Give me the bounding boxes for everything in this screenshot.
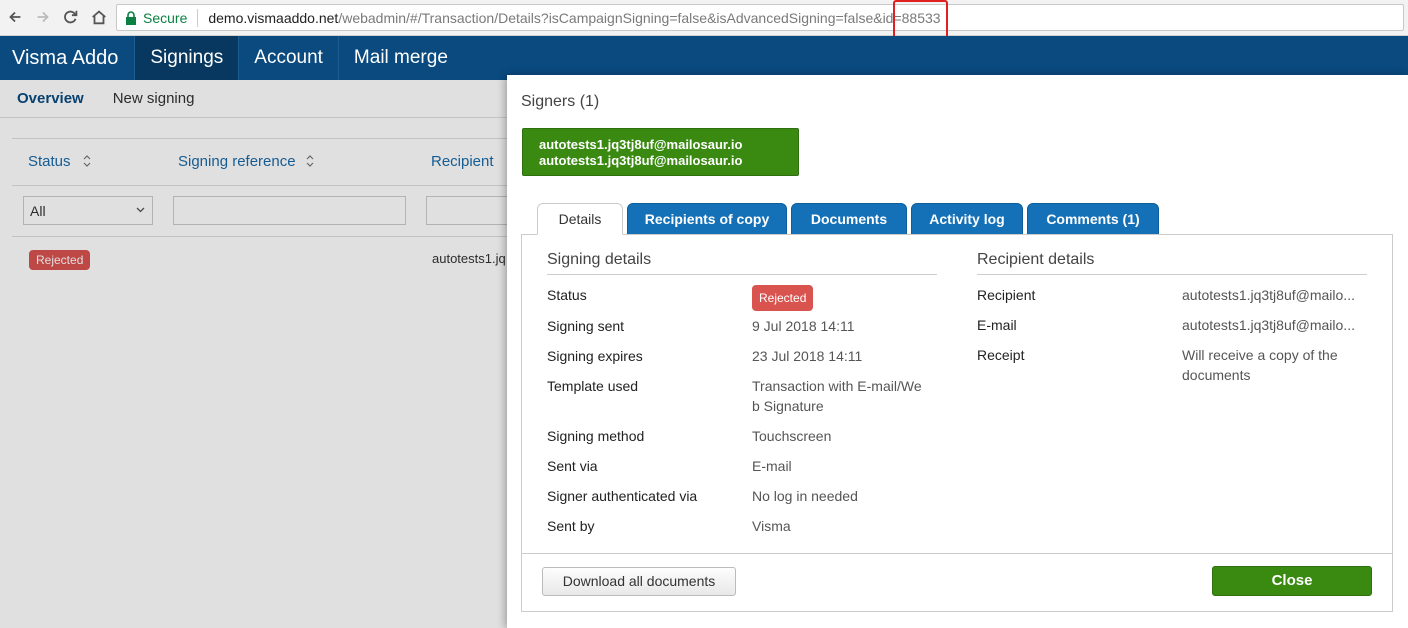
brand-logo[interactable]: Visma Addo bbox=[0, 36, 134, 80]
value-recipient: autotests1.jq3tj8uf@mailo... bbox=[1182, 287, 1355, 303]
nav-signings[interactable]: Signings bbox=[134, 36, 239, 80]
download-all-documents-button[interactable]: Download all documents bbox=[542, 567, 736, 596]
value-signing-sent: 9 Jul 2018 14:11 bbox=[752, 318, 855, 334]
label-sent-via: Sent via bbox=[547, 458, 598, 474]
reload-icon[interactable] bbox=[60, 6, 82, 28]
id-highlight-box bbox=[893, 0, 948, 39]
label-receipt: Receipt bbox=[977, 347, 1025, 363]
url-host: demo.vismaaddo.net bbox=[208, 9, 339, 26]
status-badge: Rejected bbox=[752, 285, 814, 311]
value-template-used: Transaction with E-mail/We bbox=[752, 378, 922, 394]
value-receipt-cont: documents bbox=[1182, 367, 1251, 383]
secure-label: Secure bbox=[143, 9, 188, 26]
tab-documents[interactable]: Documents bbox=[791, 203, 907, 235]
recipient-details-title: Recipient details bbox=[977, 251, 1095, 268]
lock-icon bbox=[126, 10, 136, 25]
signer-line: autotests1.jq3tj8uf@mailosaur.io bbox=[539, 137, 743, 152]
value-template-used-cont: b Signature bbox=[752, 398, 824, 414]
label-signing-sent: Signing sent bbox=[547, 318, 625, 334]
browser-toolbar: Secure demo.vismaaddo.net/webadmin/#/Tra… bbox=[0, 0, 1408, 39]
nav-mail-merge[interactable]: Mail merge bbox=[337, 36, 463, 80]
label-sent-by: Sent by bbox=[547, 518, 595, 534]
back-icon[interactable] bbox=[4, 6, 26, 28]
details-panel: Signing details Recipient details Status… bbox=[521, 234, 1393, 554]
value-sent-via: E-mail bbox=[752, 458, 792, 474]
url-path: /webadmin/#/Transaction/Details?isCampai… bbox=[338, 9, 941, 26]
label-recipient: Recipient bbox=[977, 287, 1036, 303]
label-template-used: Template used bbox=[547, 378, 639, 394]
value-sent-by: Visma bbox=[752, 518, 791, 534]
home-icon[interactable] bbox=[88, 6, 110, 28]
value-signing-method: Touchscreen bbox=[752, 428, 832, 444]
value-signer-authenticated-via: No log in needed bbox=[752, 488, 858, 504]
forward-icon[interactable] bbox=[32, 6, 54, 28]
tab-details[interactable]: Details bbox=[537, 203, 623, 235]
label-signing-method: Signing method bbox=[547, 428, 645, 444]
signer-line: autotests1.jq3tj8uf@mailosaur.io bbox=[539, 153, 743, 168]
modal-title: Signers (1) bbox=[521, 93, 600, 110]
close-button[interactable]: Close bbox=[1212, 566, 1372, 596]
tab-comments[interactable]: Comments (1) bbox=[1027, 203, 1159, 235]
value-receipt: Will receive a copy of the bbox=[1182, 347, 1338, 363]
label-signer-authenticated-via: Signer authenticated via bbox=[547, 488, 698, 504]
tab-activity-log[interactable]: Activity log bbox=[911, 203, 1023, 235]
label-status: Status bbox=[547, 287, 587, 303]
signers-modal: Signers (1) autotests1.jq3tj8uf@mailosau… bbox=[507, 75, 1408, 628]
address-bar[interactable]: Secure demo.vismaaddo.net/webadmin/#/Tra… bbox=[116, 4, 1404, 31]
value-signing-expires: 23 Jul 2018 14:11 bbox=[752, 348, 863, 364]
modal-footer: Download all documents Close bbox=[521, 554, 1393, 612]
label-signing-expires: Signing expires bbox=[547, 348, 643, 364]
nav-account[interactable]: Account bbox=[238, 36, 338, 80]
app-header: Visma Addo Signings Account Mail merge bbox=[0, 36, 1408, 80]
value-status: Rejected bbox=[752, 285, 814, 311]
value-email: autotests1.jq3tj8uf@mailo... bbox=[1182, 317, 1355, 333]
label-email: E-mail bbox=[977, 317, 1017, 333]
tab-recipients-of-copy[interactable]: Recipients of copy bbox=[627, 203, 787, 235]
signer-chip[interactable]: autotests1.jq3tj8uf@mailosaur.io autotes… bbox=[522, 128, 799, 176]
signing-details-title: Signing details bbox=[547, 251, 652, 268]
detail-tabs: Details Recipients of copy Documents Act… bbox=[521, 203, 1401, 235]
